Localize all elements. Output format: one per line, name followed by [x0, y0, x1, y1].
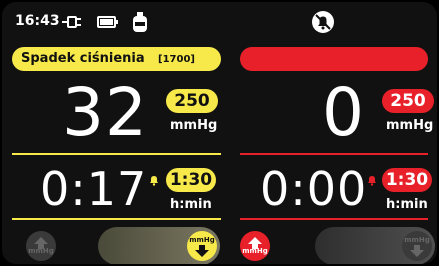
right-pressure-down-button[interactable]: mmHg	[402, 231, 432, 261]
right-timer-value: 0:00	[260, 162, 368, 216]
arrow-down-icon	[410, 244, 424, 257]
right-divider-top	[240, 153, 428, 155]
left-divider-top	[12, 153, 221, 155]
left-timer-value: 0:17	[40, 162, 148, 216]
right-timer-limit[interactable]: 1:30	[382, 168, 432, 192]
up-button-unit: mmHg	[242, 247, 268, 255]
left-pressure-down-button[interactable]: mmHg	[187, 231, 217, 261]
plug-icon	[60, 14, 84, 30]
status-bar: 16:43	[2, 2, 437, 42]
left-alarm-banner[interactable]: Spadek ciśnienia [1700]	[12, 47, 221, 71]
right-alarm-banner[interactable]	[240, 47, 428, 71]
right-divider-bottom	[240, 218, 428, 220]
clock: 16:43	[15, 13, 60, 29]
right-pressure-value: 0	[322, 74, 365, 151]
alarm-muted-icon[interactable]	[311, 10, 335, 34]
device-screen: 16:43 Spadek ciśnienia [1700] 32 250 mmH…	[0, 0, 439, 266]
mains-bottle-icon	[131, 11, 149, 33]
bell-icon	[150, 176, 158, 186]
battery-icon	[97, 16, 119, 28]
alarm-label: Spadek ciśnienia	[21, 51, 145, 66]
left-divider-bottom	[12, 218, 221, 220]
left-pressure-unit: mmHg	[170, 118, 218, 133]
left-pressure-slider[interactable]: mmHg	[98, 227, 220, 264]
down-button-unit: mmHg	[404, 235, 430, 244]
left-pressure-limit[interactable]: 250	[166, 89, 218, 113]
right-pressure-up-button[interactable]: mmHg	[240, 231, 270, 261]
left-pressure-up-button[interactable]: mmHg	[26, 231, 56, 261]
down-button-unit: mmHg	[189, 235, 215, 244]
right-pressure-unit: mmHg	[386, 118, 434, 133]
bell-icon	[368, 176, 376, 186]
screen-frame: 16:43 Spadek ciśnienia [1700] 32 250 mmH…	[2, 2, 437, 264]
alarm-code: [1700]	[158, 54, 195, 65]
right-timer-unit: h:min	[386, 197, 428, 212]
arrow-down-icon	[195, 244, 209, 257]
right-pressure-slider[interactable]: mmHg	[315, 227, 435, 264]
left-timer-unit: h:min	[170, 197, 212, 212]
up-button-unit: mmHg	[28, 247, 54, 255]
right-pressure-limit[interactable]: 250	[382, 89, 434, 113]
left-pressure-value: 32	[62, 74, 148, 151]
left-timer-limit[interactable]: 1:30	[166, 168, 216, 192]
